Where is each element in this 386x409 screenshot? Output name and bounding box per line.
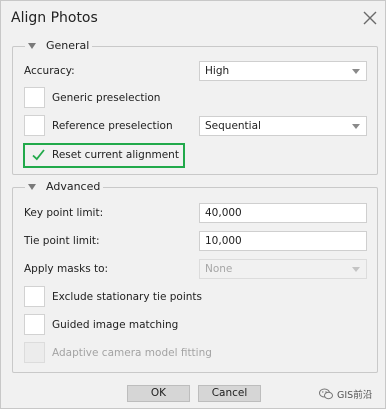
dialog-title: Align Photos: [11, 10, 98, 26]
apply-masks-label: Apply masks to:: [24, 263, 109, 275]
reference-preselection-label: Reference preselection: [52, 120, 173, 132]
align-photos-dialog: Align Photos General Accuracy: High Gene…: [0, 0, 386, 409]
key-point-limit-value: 40,000: [205, 207, 242, 219]
checkmark-icon[interactable]: [32, 149, 45, 161]
reset-alignment-highlight: Reset current alignment: [23, 143, 185, 168]
accuracy-dropdown[interactable]: High: [199, 61, 367, 81]
reference-preselection-checkbox[interactable]: [24, 115, 45, 136]
watermark-text: GIS前沿: [337, 390, 373, 401]
chevron-down-icon: [352, 267, 360, 272]
adaptive-fitting-checkbox: [24, 342, 45, 363]
collapse-caret-icon[interactable]: [28, 42, 36, 49]
accuracy-value: High: [205, 65, 230, 77]
adaptive-fitting-label: Adaptive camera model fitting: [52, 347, 212, 359]
general-header[interactable]: General: [25, 39, 93, 52]
general-group: General Accuracy: High Generic preselect…: [12, 39, 378, 175]
reference-mode-value: Sequential: [205, 120, 261, 132]
tie-point-limit-input[interactable]: 10,000: [199, 231, 367, 251]
reference-mode-dropdown[interactable]: Sequential: [199, 116, 367, 136]
chevron-down-icon: [352, 124, 360, 129]
apply-masks-value: None: [205, 263, 233, 275]
accuracy-label: Accuracy:: [24, 65, 75, 77]
reset-alignment-label: Reset current alignment: [52, 149, 179, 161]
tie-point-limit-label: Tie point limit:: [24, 235, 100, 247]
wechat-icon: [319, 388, 333, 400]
ok-button[interactable]: OK: [127, 385, 190, 402]
guided-matching-label: Guided image matching: [52, 319, 179, 331]
exclude-stationary-label: Exclude stationary tie points: [52, 291, 202, 303]
close-icon[interactable]: [361, 9, 379, 27]
collapse-caret-icon[interactable]: [28, 183, 36, 190]
watermark: GIS前沿: [319, 387, 372, 401]
exclude-stationary-checkbox[interactable]: [24, 286, 45, 307]
advanced-group: Advanced Key point limit: 40,000 Tie poi…: [12, 180, 378, 373]
advanced-header[interactable]: Advanced: [25, 180, 104, 193]
tie-point-limit-value: 10,000: [205, 235, 242, 247]
key-point-limit-label: Key point limit:: [24, 207, 104, 219]
generic-preselection-checkbox[interactable]: [24, 87, 45, 108]
generic-preselection-label: Generic preselection: [52, 92, 161, 104]
key-point-limit-input[interactable]: 40,000: [199, 203, 367, 223]
general-header-label: General: [46, 39, 90, 52]
apply-masks-dropdown: None: [199, 259, 367, 279]
cancel-button[interactable]: Cancel: [198, 385, 261, 402]
advanced-header-label: Advanced: [46, 180, 101, 193]
guided-matching-checkbox[interactable]: [24, 314, 45, 335]
chevron-down-icon: [352, 69, 360, 74]
